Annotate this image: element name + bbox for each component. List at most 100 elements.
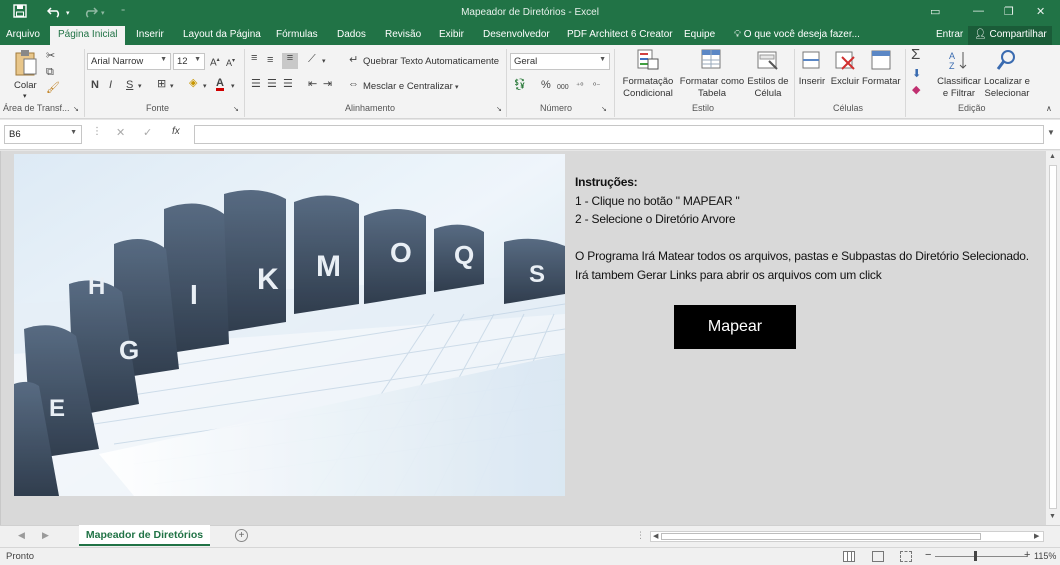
tab-pagina-inicial[interactable]: Página Inicial	[50, 26, 126, 45]
vertical-scrollbar[interactable]: ▲ ▼	[1046, 151, 1060, 525]
enter-icon[interactable]: ✓	[143, 126, 152, 139]
sort-filter-button[interactable]: A Z Classificar e Filtrar	[936, 49, 982, 101]
font-color-icon[interactable]: A	[216, 78, 224, 91]
cancel-icon[interactable]: ✕	[116, 126, 125, 139]
align-left-icon[interactable]: ☰	[251, 79, 261, 90]
increase-decimal-icon[interactable]: ⁺⁰	[576, 80, 583, 91]
fill-icon[interactable]: ⬇	[912, 69, 921, 80]
fill-color-dropdown-icon[interactable]: ▾	[203, 81, 207, 92]
name-box[interactable]: B6 ▼	[4, 125, 82, 144]
dialog-launcher-icon[interactable]: ↘	[73, 104, 79, 115]
format-cells-button[interactable]: Formatar	[862, 49, 901, 101]
bold-button[interactable]: N	[91, 80, 99, 91]
increase-font-icon[interactable]: A▴	[210, 55, 220, 68]
share-button[interactable]: 👤︎ Compartilhar	[968, 26, 1052, 45]
underline-button[interactable]: S	[126, 80, 133, 91]
sign-in-link[interactable]: Entrar	[936, 29, 963, 40]
decrease-indent-icon[interactable]: ⇤	[308, 79, 317, 90]
normal-view-icon[interactable]	[843, 551, 855, 562]
comma-style-button[interactable]: 000	[557, 82, 569, 93]
cell-styles-button[interactable]: Estilos de Célula	[745, 49, 791, 101]
number-dialog-launcher-icon[interactable]: ↘	[601, 104, 607, 115]
merge-center-button[interactable]: Mesclar e Centralizar	[363, 81, 453, 92]
align-right-icon[interactable]: ☰	[283, 79, 293, 90]
expand-formula-icon[interactable]: ▼	[1047, 128, 1055, 137]
decrease-decimal-icon[interactable]: ⁰⁻	[593, 80, 600, 91]
page-break-view-icon[interactable]	[900, 551, 912, 562]
conditional-formatting-button[interactable]: Formatação Condicional	[618, 49, 678, 101]
autosum-icon[interactable]: Σ	[911, 47, 920, 62]
worksheet[interactable]: Q O M K I S H G E Instruções: 1 - Clique…	[0, 151, 1060, 525]
percent-button[interactable]: %	[541, 80, 551, 91]
fill-color-icon[interactable]: ◈	[189, 78, 197, 89]
number-format-select[interactable]: Geral ▼	[510, 53, 610, 70]
merge-dropdown-icon[interactable]: ▾	[455, 82, 459, 93]
italic-button[interactable]: I	[109, 80, 112, 91]
tab-revisao[interactable]: Revisão	[385, 29, 421, 40]
zoom-slider[interactable]	[935, 556, 1027, 557]
tab-desenvolvedor[interactable]: Desenvolvedor	[483, 29, 550, 40]
scroll-left-icon[interactable]: ◀	[653, 532, 658, 540]
close-icon[interactable]: ✕	[1036, 5, 1045, 18]
font-name-select[interactable]: Arial Narrow ▼	[87, 53, 171, 70]
ribbon-display-icon[interactable]: ▭	[930, 5, 940, 18]
scroll-right-icon[interactable]: ▶	[1034, 532, 1039, 540]
collapse-ribbon-icon[interactable]: ∧	[1046, 103, 1052, 114]
font-color-dropdown-icon[interactable]: ▾	[231, 81, 235, 92]
zoom-out-icon[interactable]: −	[925, 549, 931, 561]
tab-exibir[interactable]: Exibir	[439, 29, 464, 40]
next-sheet-icon[interactable]: ▶	[42, 530, 49, 541]
align-top-icon[interactable]: ≡	[251, 53, 257, 64]
vertical-scroll-thumb[interactable]	[1049, 165, 1057, 509]
font-size-select[interactable]: 12 ▼	[173, 53, 205, 70]
sheet-canvas[interactable]: Q O M K I S H G E Instruções: 1 - Clique…	[0, 151, 1046, 525]
tab-dados[interactable]: Dados	[337, 29, 366, 40]
horizontal-scroll-thumb[interactable]	[661, 533, 981, 540]
page-layout-view-icon[interactable]	[872, 551, 884, 562]
tab-equipe[interactable]: Equipe	[684, 29, 715, 40]
prev-sheet-icon[interactable]: ◀	[18, 530, 25, 541]
tab-split-grip[interactable]: ⋮	[636, 530, 645, 541]
add-sheet-icon[interactable]: +	[235, 529, 248, 542]
align-bottom-icon[interactable]: ≡	[282, 53, 298, 69]
tab-pdf-architect[interactable]: PDF Architect 6 Creator	[567, 29, 673, 40]
clear-icon[interactable]: ◆	[912, 85, 920, 96]
borders-dropdown-icon[interactable]: ▾	[170, 81, 174, 92]
underline-dropdown-icon[interactable]: ▾	[138, 81, 142, 92]
tab-arquivo[interactable]: Arquivo	[6, 29, 40, 40]
insert-cells-button[interactable]: Inserir	[797, 49, 827, 101]
find-select-button[interactable]: Localizar e Selecionar	[983, 49, 1031, 101]
zoom-slider-thumb[interactable]	[974, 551, 977, 561]
zoom-level[interactable]: 115%	[1034, 551, 1056, 561]
cut-icon[interactable]: ✂	[46, 51, 55, 62]
format-painter-icon[interactable]: 🖌︎	[46, 83, 60, 94]
delete-cells-button[interactable]: Excluir	[830, 49, 860, 101]
sheet-tab-mapeador[interactable]: Mapeador de Diretórios	[79, 525, 210, 546]
insert-function-icon[interactable]: fx	[172, 126, 180, 137]
tab-inserir[interactable]: Inserir	[136, 29, 164, 40]
mapear-button[interactable]: Mapear	[674, 305, 796, 349]
borders-icon[interactable]: ⊞	[157, 79, 166, 90]
paste-button[interactable]: Colar ▾	[8, 49, 44, 100]
wrap-text-button[interactable]: Quebrar Texto Automaticamente	[363, 56, 499, 67]
minimize-icon[interactable]: —	[973, 5, 984, 17]
tab-formulas[interactable]: Fórmulas	[276, 29, 318, 40]
alignment-dialog-launcher-icon[interactable]: ↘	[496, 104, 502, 115]
horizontal-scrollbar[interactable]: ◀ ▶	[650, 531, 1044, 542]
maximize-icon[interactable]: ❐	[1004, 5, 1014, 18]
tab-layout[interactable]: Layout da Página	[183, 29, 261, 40]
orientation-dropdown-icon[interactable]: ▾	[322, 56, 326, 67]
scroll-up-icon[interactable]: ▲	[1049, 153, 1056, 160]
decrease-font-icon[interactable]: A▾	[226, 56, 235, 69]
copy-icon[interactable]: ⧉	[46, 67, 54, 78]
align-middle-icon[interactable]: ≡	[267, 55, 273, 66]
orientation-icon[interactable]: ⟋	[308, 54, 316, 65]
formula-input[interactable]	[194, 125, 1044, 144]
font-dialog-launcher-icon[interactable]: ↘	[233, 104, 239, 115]
increase-indent-icon[interactable]: ⇥	[323, 79, 332, 90]
align-center-icon[interactable]: ☰	[267, 79, 277, 90]
currency-icon[interactable]: 💱︎	[513, 80, 527, 91]
scroll-down-icon[interactable]: ▼	[1049, 513, 1056, 520]
zoom-in-icon[interactable]: +	[1024, 549, 1030, 561]
tell-me-box[interactable]: 💡︎ O que você deseja fazer...	[734, 29, 860, 40]
